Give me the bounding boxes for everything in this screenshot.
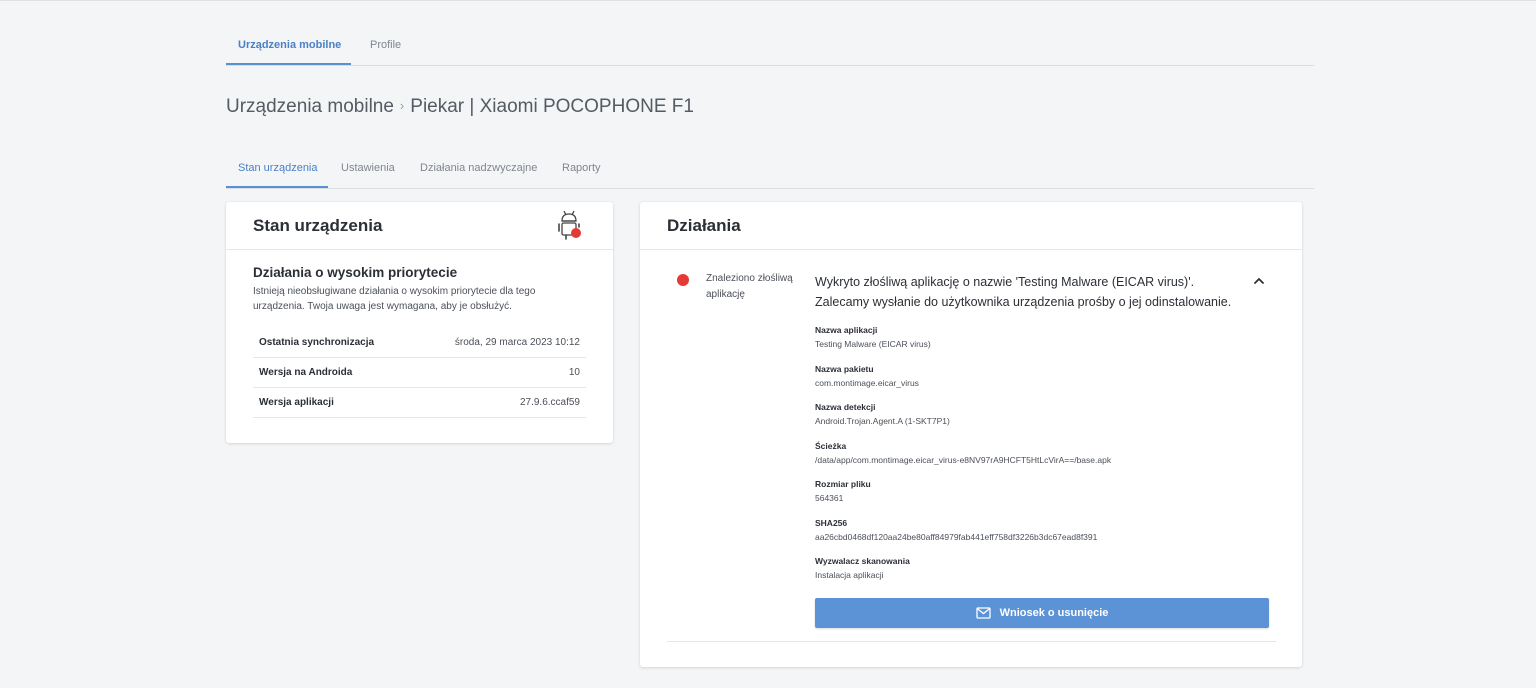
row-key: Wersja na Androida <box>259 367 353 378</box>
row-value: 10 <box>568 367 580 378</box>
breadcrumb-root-link[interactable]: Urządzenia mobilne <box>226 96 394 117</box>
detail-value: /data/app/com.montimage.eicar_virus-e8NV… <box>815 454 1112 465</box>
detail-value: com.montimage.eicar_virus <box>815 377 919 388</box>
tab-mobile-devices[interactable]: Urządzenia mobilne <box>238 39 341 51</box>
detail-key: Nazwa pakietu <box>815 363 874 374</box>
actions-card: Działania Znaleziono złośliwą aplikację … <box>640 202 1302 667</box>
breadcrumb-device: Piekar | Xiaomi POCOPHONE F1 <box>410 96 694 117</box>
detail-key: Nazwa aplikacji <box>815 325 878 335</box>
mail-send-icon <box>975 607 991 619</box>
device-state-header: Stan urządzenia <box>226 202 613 250</box>
row-value: środa, 29 marca 2023 10:12 <box>454 337 580 348</box>
detail-value: Android.Trojan.Agent.A (1-SKT7P1) <box>815 416 950 426</box>
detail-value: 564361 <box>815 493 844 503</box>
tab-reports[interactable]: Raporty <box>562 162 601 174</box>
top-tab-bar: Urządzenia mobilne Profile <box>226 1 1314 66</box>
detail-key: Ścieżka <box>815 440 847 451</box>
row-value: 27.9.6.ccaf59 <box>519 397 580 408</box>
detail-key: Rozmiar pliku <box>815 479 871 489</box>
device-state-title: Stan urządzenia <box>253 216 383 235</box>
detail-key: Wyzwalacz skanowania <box>815 556 910 566</box>
actions-header: Działania <box>640 202 1302 250</box>
detail-key: SHA256 <box>815 517 848 528</box>
alert-details: Nazwa aplikacji Testing Malware (EICAR v… <box>815 324 1275 594</box>
breadcrumb: Urządzenia mobilne › Piekar | Xiaomi POCOP… <box>226 96 694 118</box>
divider <box>667 641 1276 642</box>
priority-title: Działania o wysokim priorytecie <box>253 265 458 280</box>
detail-value: Testing Malware (EICAR virus) <box>815 339 931 349</box>
request-removal-button[interactable]: Wniosek o usunięcie <box>815 598 1269 628</box>
request-removal-label: Wniosek o usunięcie <box>999 607 1109 619</box>
device-state-card: Stan urządzenia Działania o wysokim prio… <box>226 202 613 443</box>
detail-scan-trigger: Wyzwalacz skanowania Instalacja aplikacj… <box>815 555 1275 594</box>
priority-description: Istnieją nieobsługiwane działania o wyso… <box>253 286 536 312</box>
detail-value: Instalacja aplikacji <box>815 570 884 580</box>
breadcrumb-separator: › <box>399 98 405 113</box>
row-key: Ostatnia synchronizacja <box>259 337 375 348</box>
detail-package-name: Nazwa pakietu com.montimage.eicar_virus <box>815 363 1275 402</box>
detail-path: Ścieżka /data/app/com.montimage.eicar_vi… <box>815 440 1275 479</box>
detail-value: aa26cbd0468df120aa24be80aff84979fab441ef… <box>815 531 1098 542</box>
device-info-table: Ostatnia synchronizacja środa, 29 marca … <box>253 328 586 418</box>
table-row: Ostatnia synchronizacja środa, 29 marca … <box>253 328 586 358</box>
android-alert-icon <box>558 210 581 240</box>
detail-detection-name: Nazwa detekcji Android.Trojan.Agent.A (1… <box>815 401 1275 440</box>
detail-app-name: Nazwa aplikacji Testing Malware (EICAR v… <box>815 324 1275 363</box>
table-row: Wersja na Androida 10 <box>253 358 586 388</box>
alert-description: Wykryto złośliwą aplikację o nazwie 'Tes… <box>815 275 1232 309</box>
device-tab-bar: Stan urządzenia Ustawienia Działania nad… <box>226 151 1314 189</box>
active-subtab-indicator <box>226 186 328 188</box>
detail-file-size: Rozmiar pliku 564361 <box>815 478 1275 517</box>
tab-device-state[interactable]: Stan urządzenia <box>238 162 318 174</box>
tab-emergency-actions[interactable]: Działania nadzwyczajne <box>420 162 537 174</box>
alert-status-dot <box>677 274 689 286</box>
table-row: Wersja aplikacji 27.9.6.ccaf59 <box>253 388 586 418</box>
detail-key: Nazwa detekcji <box>815 402 876 412</box>
row-key: Wersja aplikacji <box>259 397 334 408</box>
tab-profiles[interactable]: Profile <box>370 39 401 51</box>
chevron-up-icon[interactable] <box>1252 274 1266 288</box>
active-tab-indicator <box>226 63 351 65</box>
detail-sha256: SHA256 aa26cbd0468df120aa24be80aff84979f… <box>815 517 1275 556</box>
actions-title: Działania <box>667 216 741 235</box>
alert-label: Znaleziono złośliwą aplikację <box>706 273 793 300</box>
tab-settings[interactable]: Ustawienia <box>341 162 395 174</box>
